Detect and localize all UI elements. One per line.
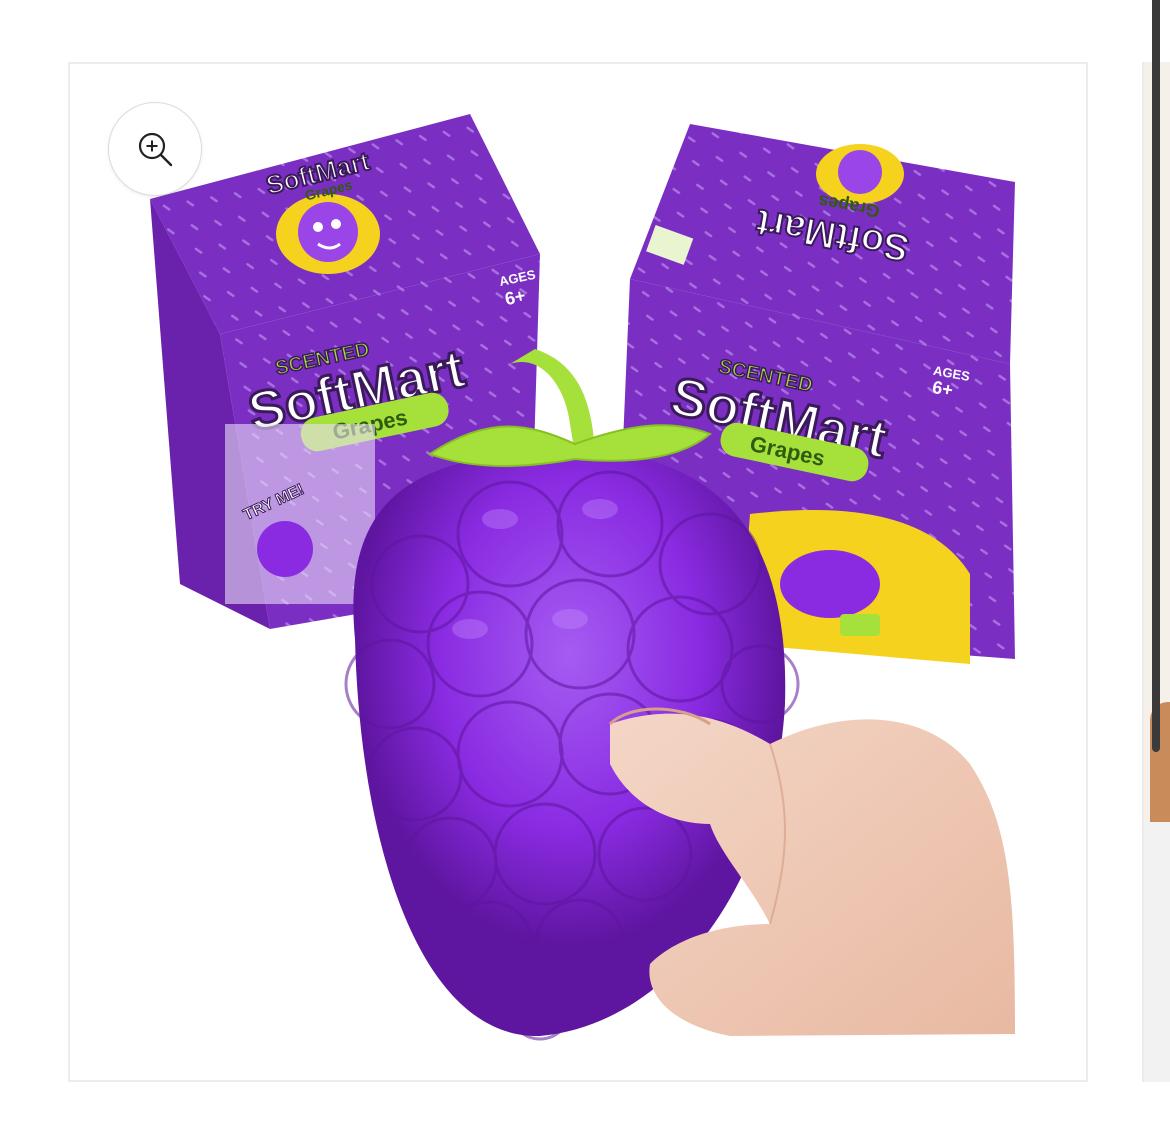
next-image-shirt — [1144, 822, 1170, 1082]
right-box-ages-value: 6+ — [931, 377, 955, 400]
scrollbar[interactable] — [1152, 0, 1160, 752]
zoom-in-icon — [138, 132, 173, 167]
product-image-slide[interactable]: SoftMart Grapes AGES 6+ SCENTED SoftMart… — [68, 62, 1088, 1082]
zoom-button[interactable] — [108, 102, 202, 196]
product-image[interactable]: SoftMart Grapes AGES 6+ SCENTED SoftMart… — [70, 64, 1086, 1080]
left-box-ages-value: 6+ — [503, 285, 527, 309]
product-image-gallery: SoftMart Grapes AGES 6+ SCENTED SoftMart… — [0, 0, 1170, 1136]
